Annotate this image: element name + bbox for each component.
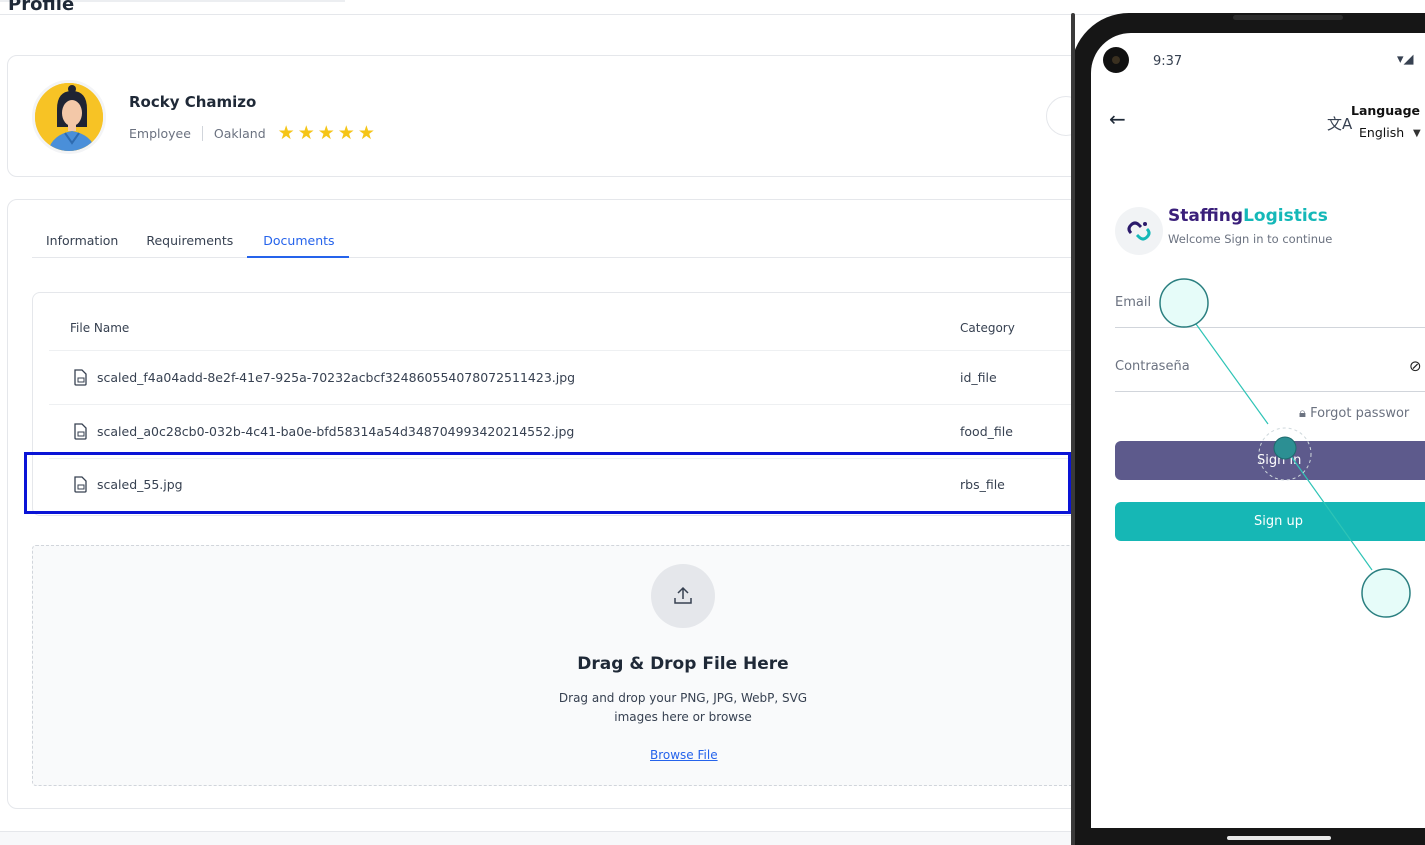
eye-off-icon[interactable]: ⊘ (1409, 357, 1422, 375)
dropzone-text-line: images here or browse (614, 710, 752, 724)
file-category: food_file (960, 424, 1013, 439)
brand-name-part: Staffing (1168, 206, 1244, 226)
file-category: id_file (960, 370, 997, 385)
brand-logo (1115, 207, 1163, 255)
sign-in-button[interactable]: Sign in (1115, 441, 1425, 480)
camera-icon (1103, 47, 1129, 73)
tab-requirements[interactable]: Requirements (132, 226, 247, 258)
language-label: Language (1351, 103, 1421, 118)
dropzone-text-line: Drag and drop your PNG, JPG, WebP, SVG (558, 691, 808, 705)
translate-icon[interactable]: 文A (1327, 113, 1352, 134)
browse-file-link[interactable]: Browse File (650, 748, 718, 762)
profile-meta: Employee Oakland ★ ★ ★ ★ ★ (129, 124, 375, 143)
brand-name: StaffingLogistics (1168, 206, 1328, 226)
profile-role: Employee (129, 126, 191, 141)
tab-bar: Information Requirements Documents (32, 226, 1106, 258)
upload-button[interactable] (651, 564, 715, 628)
table-header: File Name Category (49, 321, 1107, 351)
star-icon: ★ (297, 122, 315, 144)
sign-up-button[interactable]: Sign up (1115, 502, 1425, 541)
rating-stars: ★ ★ ★ ★ ★ (278, 124, 375, 143)
welcome-text: Welcome Sign in to continue (1168, 232, 1333, 246)
profile-name: Rocky Chamizo (129, 93, 257, 111)
table-row[interactable]: scaled_a0c28cb0-032b-4c41-ba0e-bfd58314a… (49, 405, 1107, 459)
star-icon: ★ (277, 122, 295, 144)
chevron-down-icon[interactable]: ▼ (1413, 128, 1421, 139)
lock-icon: 🔒︎ (1299, 406, 1306, 421)
logo-icon (1127, 221, 1151, 241)
password-field[interactable]: Contraseña (1115, 359, 1190, 374)
dropzone-description: Drag and drop your PNG, JPG, WebP, SVG i… (558, 689, 808, 727)
file-icon (74, 423, 87, 440)
password-underline (1115, 391, 1425, 392)
status-time: 9:37 (1153, 54, 1183, 69)
tab-documents[interactable]: Documents (247, 226, 349, 258)
tab-information[interactable]: Information (32, 226, 132, 258)
file-icon (74, 369, 87, 386)
email-underline (1115, 327, 1425, 328)
back-arrow-icon[interactable]: ← (1109, 107, 1126, 131)
file-name: scaled_a0c28cb0-032b-4c41-ba0e-bfd58314a… (97, 424, 575, 439)
profile-card: Rocky Chamizo Employee Oakland ★ ★ ★ ★ ★… (7, 55, 1107, 177)
email-field[interactable]: Email (1115, 295, 1151, 310)
phone-edge (1071, 13, 1075, 845)
upload-dropzone[interactable]: Drag & Drop File Here Drag and drop your… (32, 545, 1108, 786)
star-icon: ★ (357, 122, 375, 144)
column-file-name: File Name (70, 321, 130, 335)
avatar (32, 80, 106, 154)
wifi-signal-icon: ▾◢ (1397, 52, 1414, 67)
forgot-password-text: Forgot passwor (1310, 406, 1410, 421)
star-icon: ★ (337, 122, 355, 144)
page-title: Profile (8, 0, 75, 15)
table-row[interactable]: scaled_f4a04add-8e2f-41e7-925a-70232acbc… (49, 351, 1107, 405)
avatar-illustration (35, 83, 103, 151)
selected-row-highlight (24, 452, 1071, 514)
column-category: Category (960, 321, 1015, 335)
brand-name-part: Logistics (1243, 206, 1328, 226)
home-indicator[interactable] (1227, 836, 1331, 840)
forgot-password-link[interactable]: 🔒︎ Forgot passwor (1299, 406, 1409, 421)
star-icon: ★ (317, 122, 335, 144)
upload-icon (674, 586, 692, 604)
profile-location: Oakland (213, 126, 266, 141)
phone-screen: 9:37 ▾◢ ← 文A Language English ▼ Staffing… (1091, 33, 1425, 828)
language-select[interactable]: English (1359, 125, 1404, 140)
file-name: scaled_f4a04add-8e2f-41e7-925a-70232acbc… (97, 370, 576, 385)
phone-speaker (1233, 15, 1343, 20)
meta-divider (201, 126, 203, 141)
